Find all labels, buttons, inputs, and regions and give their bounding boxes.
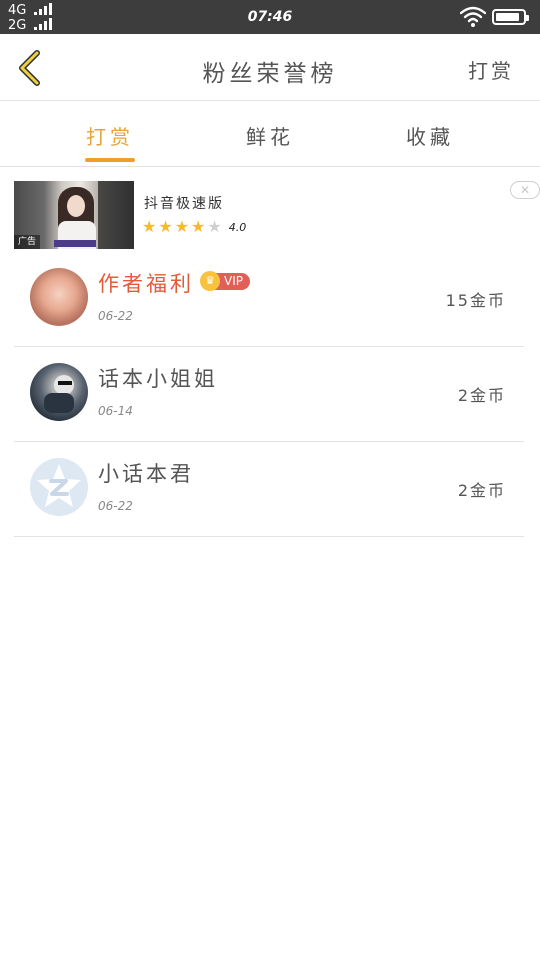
ad-banner[interactable]: 广告 抖音极速版 ★ ★ ★ ★ ★ 4.0 ✕ <box>14 181 540 251</box>
tab-favorites[interactable]: 收藏 <box>370 121 490 150</box>
fan-name: 话本小姐姐 <box>98 367 218 391</box>
ad-close-button[interactable]: ✕ <box>510 181 540 199</box>
wifi-icon <box>460 6 486 27</box>
ad-badge: 广告 <box>14 235 41 249</box>
ad-app-name[interactable]: 抖音极速版 <box>144 193 224 213</box>
reward-action-button[interactable]: 打赏 <box>468 55 514 84</box>
fan-date: 06-14 <box>98 404 133 418</box>
vip-badge: ♛ VIP <box>200 271 250 291</box>
ad-image[interactable]: 广告 <box>14 181 134 249</box>
fan-date: 06-22 <box>98 499 133 513</box>
tab-reward[interactable]: 打赏 <box>50 121 170 150</box>
status-clock: 07:46 <box>247 9 293 25</box>
fan-name: 小话本君 <box>98 462 194 486</box>
header-bar: 粉丝荣誉榜 打赏 <box>0 34 540 101</box>
ad-rating: ★ ★ ★ ★ ★ 4.0 <box>142 219 246 235</box>
tab-flowers[interactable]: 鲜花 <box>210 121 330 150</box>
star-icon: ★ <box>207 217 222 236</box>
battery-icon <box>492 9 529 25</box>
avatar[interactable] <box>30 268 88 326</box>
fan-amount: 2金币 <box>457 386 506 405</box>
active-tab-indicator <box>85 158 135 162</box>
avatar[interactable] <box>30 363 88 421</box>
fan-row[interactable]: 话本小姐姐 06-14 2金币 <box>14 347 524 442</box>
star-icon: ★ <box>158 217 173 236</box>
star-icon: ★ <box>191 217 206 236</box>
tab-bar: 打赏 鲜花 收藏 <box>0 101 540 167</box>
fan-amount: 15金币 <box>445 291 506 310</box>
default-avatar-icon <box>37 464 81 507</box>
page-title: 粉丝荣誉榜 <box>202 61 338 87</box>
ad-rating-value: 4.0 <box>228 220 247 234</box>
fan-row[interactable]: 作者福利 ♛ VIP 06-22 15金币 <box>14 252 524 347</box>
star-icon: ★ <box>142 217 157 236</box>
fan-date: 06-22 <box>98 309 133 323</box>
fan-name: 作者福利 <box>98 272 194 296</box>
fan-row[interactable]: 小话本君 06-22 2金币 <box>14 442 524 537</box>
avatar[interactable] <box>30 458 88 516</box>
fan-list: 作者福利 ♛ VIP 06-22 15金币 话本小姐姐 06-14 2金币 小话… <box>14 252 524 537</box>
status-bar: 4G 2G 07:46 <box>0 0 540 34</box>
fan-amount: 2金币 <box>457 481 506 500</box>
star-icon: ★ <box>174 217 190 236</box>
crown-icon: ♛ <box>200 271 220 291</box>
battery-level <box>496 13 519 21</box>
